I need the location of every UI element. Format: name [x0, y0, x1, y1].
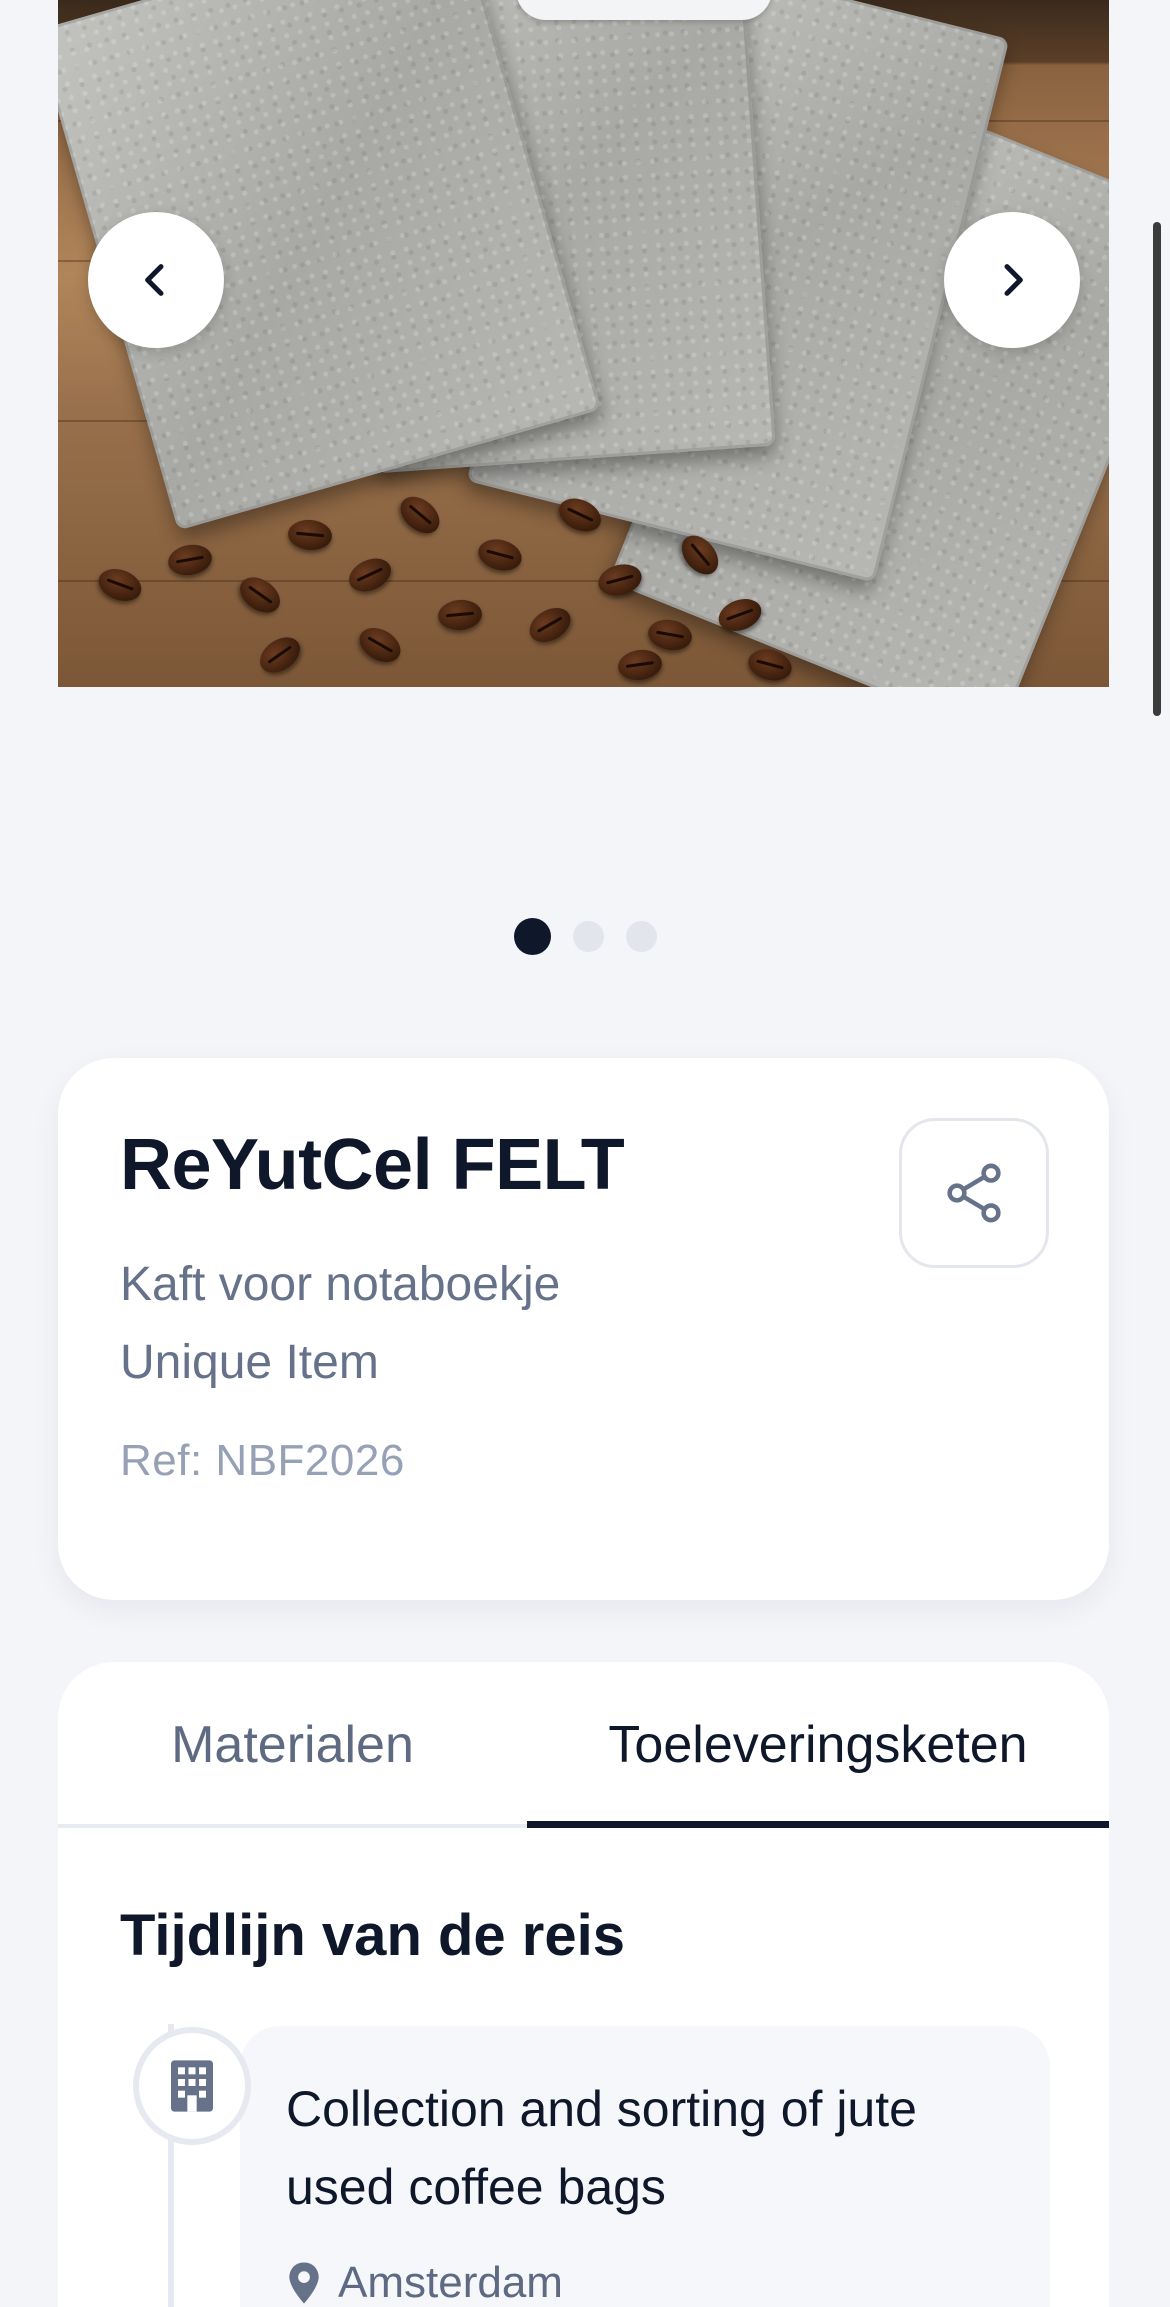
carousel-dot-3[interactable] [625, 921, 657, 952]
chevron-right-icon [1004, 264, 1023, 296]
share-icon [947, 1163, 1001, 1223]
location-pin-icon [289, 2262, 319, 2304]
timeline-step-marker [133, 2027, 251, 2145]
product-reference: Ref: NBF2026 [120, 1436, 405, 1485]
tab-toeleveringsketen[interactable]: Toeleveringsketen [527, 1662, 1109, 1828]
product-info-card: ReYutCel FELT Kaft voor notaboekje Uniqu… [58, 1058, 1109, 1600]
details-panel: Materialen Toeleveringsketen Tijdlijn va… [58, 1662, 1109, 2307]
building-icon [171, 2060, 213, 2112]
timeline-step-title: Collection and sorting of jute used coff… [286, 2081, 917, 2215]
carousel-dot-1[interactable] [513, 918, 551, 955]
product-detail-page: ReYutCel FELT Kaft voor notaboekje Uniqu… [0, 0, 1170, 2307]
product-subtitle: Kaft voor notaboekje Unique Item [120, 1246, 820, 1402]
carousel-pagination [0, 918, 1170, 955]
timeline-step-location-label: Amsterdam [338, 2258, 563, 2307]
carousel-next-button[interactable] [944, 212, 1080, 348]
timeline-title: Tijdlijn van de reis [120, 1903, 625, 1968]
image-badge [516, 0, 772, 20]
tab-materialen[interactable]: Materialen [58, 1662, 527, 1828]
carousel-prev-button[interactable] [88, 212, 224, 348]
chevron-left-icon [145, 264, 164, 296]
product-title: ReYutCel FELT [120, 1125, 625, 1205]
product-subtitle-line1: Kaft voor notaboekje [120, 1258, 561, 1311]
active-tab-indicator [527, 1821, 1109, 1828]
timeline-step-location: Amsterdam [286, 2258, 563, 2307]
product-image-carousel[interactable] [58, 0, 1109, 687]
product-subtitle-line2: Unique Item [120, 1336, 379, 1389]
scrollbar[interactable] [1153, 222, 1161, 716]
timeline-step-card[interactable]: Collection and sorting of jute used coff… [240, 2026, 1050, 2307]
tab-bar: Materialen Toeleveringsketen [58, 1662, 1109, 1828]
share-button[interactable] [899, 1118, 1049, 1268]
carousel-dot-2[interactable] [572, 921, 604, 952]
